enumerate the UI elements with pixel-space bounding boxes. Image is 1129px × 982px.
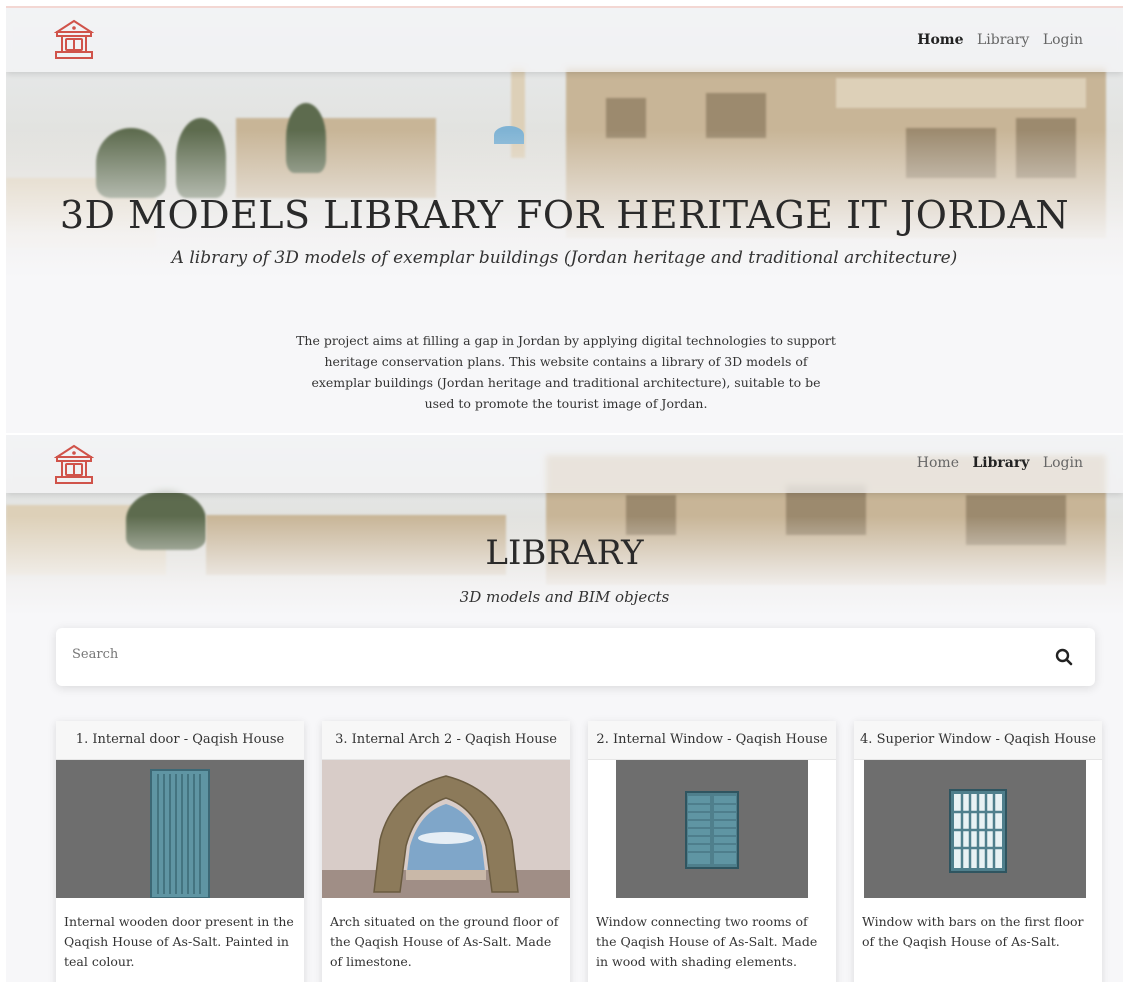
card-title[interactable]: 2. Internal Window - Qaqish House <box>588 721 836 760</box>
museum-logo-icon[interactable] <box>54 18 94 60</box>
museum-logo-icon[interactable] <box>54 443 94 485</box>
model-card[interactable]: 2. Internal Window - Qaqish House Window… <box>588 721 836 982</box>
nav-menu: Home Library Login <box>908 455 1083 471</box>
library-subtitle: 3D models and BIM objects <box>459 588 670 606</box>
model-card-grid: 1. Internal door - Qaqish House Internal… <box>56 721 1103 982</box>
nav-menu: Home Library Login <box>908 32 1083 48</box>
nav-login-link[interactable]: Login <box>1043 455 1083 471</box>
search-bar <box>56 628 1095 686</box>
card-description: Internal wooden door present in the Qaqi… <box>64 914 294 969</box>
home-page-screenshot: Home Library Login 3D MODELS LIBRARY FOR… <box>6 6 1123 433</box>
nav-home-link[interactable]: Home <box>917 32 963 48</box>
card-description: Window connecting two rooms of the Qaqis… <box>596 914 818 969</box>
nav-login-link[interactable]: Login <box>1043 32 1083 48</box>
superior-window-model-image <box>864 760 1086 898</box>
card-title[interactable]: 1. Internal door - Qaqish House <box>56 721 304 760</box>
nav-library-link[interactable]: Library <box>977 32 1029 48</box>
nav-library-link[interactable]: Library <box>972 455 1029 471</box>
arch-model-thumbnail[interactable] <box>322 760 570 898</box>
internal-window-model-thumbnail[interactable] <box>588 760 836 898</box>
project-description: The project aims at filling a gap in Jor… <box>296 333 836 411</box>
door-model-image <box>150 769 210 898</box>
nav-home-link[interactable]: Home <box>917 455 959 471</box>
library-title: LIBRARY <box>485 533 644 573</box>
top-navbar: Home Library Login <box>6 8 1123 72</box>
page-title: 3D MODELS LIBRARY FOR HERITAGE IT JORDAN <box>59 193 1070 237</box>
search-icon[interactable] <box>1055 648 1073 666</box>
internal-window-model-image <box>616 760 808 898</box>
superior-window-model-thumbnail[interactable] <box>854 760 1102 898</box>
library-navbar: Home Library Login <box>6 435 1123 493</box>
search-input[interactable] <box>70 646 974 663</box>
model-card[interactable]: 3. Internal Arch 2 - Qaqish House Arch s… <box>322 721 570 982</box>
door-model-thumbnail[interactable] <box>56 760 304 898</box>
card-title[interactable]: 3. Internal Arch 2 - Qaqish House <box>322 721 570 760</box>
card-title[interactable]: 4. Superior Window - Qaqish House <box>854 721 1102 760</box>
card-description: Arch situated on the ground floor of the… <box>330 914 559 969</box>
page-subtitle: A library of 3D models of exemplar build… <box>171 248 958 268</box>
library-page-screenshot: Home Library Login LIBRARY 3D models and… <box>6 435 1123 982</box>
model-card[interactable]: 1. Internal door - Qaqish House Internal… <box>56 721 304 982</box>
model-card[interactable]: 4. Superior Window - Qaqish House Window… <box>854 721 1102 982</box>
arch-model-image <box>322 760 570 898</box>
card-description: Window with bars on the first floor of t… <box>862 914 1084 949</box>
